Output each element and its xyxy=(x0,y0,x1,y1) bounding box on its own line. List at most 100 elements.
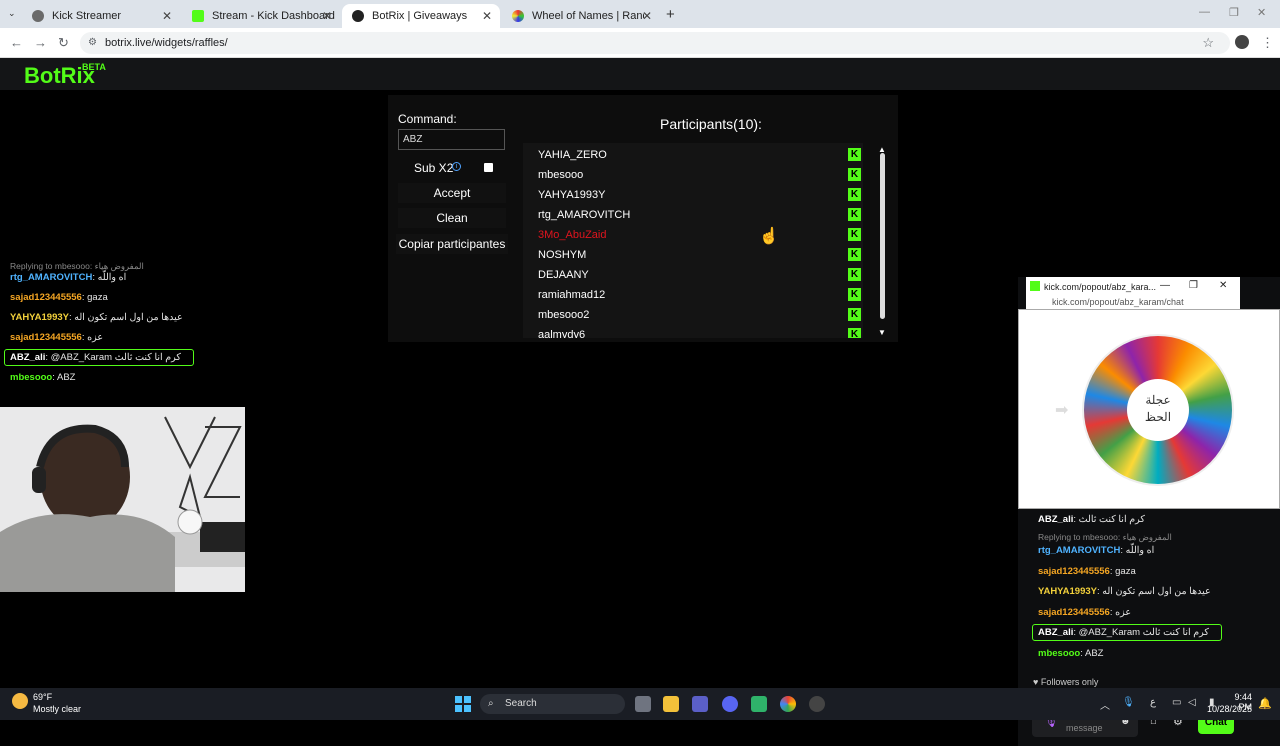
scroll-down-icon[interactable]: ▼ xyxy=(878,328,886,337)
participants-title: Participants(10): xyxy=(660,116,762,132)
close-icon[interactable]: ✕ xyxy=(642,9,652,23)
chat-username[interactable]: sajad123445556 xyxy=(1038,607,1110,618)
chat-username[interactable]: ABZ_ali xyxy=(1038,514,1073,525)
close-icon[interactable]: ✕ xyxy=(482,9,492,23)
minimize-icon[interactable]: — xyxy=(1199,6,1210,18)
brand-header: BotRix BETA xyxy=(0,58,1280,90)
tray-chevron-icon[interactable]: ︿ xyxy=(1100,697,1110,712)
kick-badge-icon: K xyxy=(848,168,861,181)
chat-message[interactable]: ABZ_ali: @ABZ_Karam كرم انا كنت ثالث xyxy=(1032,624,1222,641)
tab-wheel-of-names[interactable]: Wheel of Names | Random nam ✕ xyxy=(502,4,660,28)
chat-username[interactable]: YAHYA1993Y xyxy=(1038,586,1097,597)
chrome-icon[interactable] xyxy=(780,696,796,712)
chat-message[interactable]: ABZ_ali: @ABZ_Karam كرم انا كنت ثالث xyxy=(4,349,194,366)
wheel-center-line2: الحظ xyxy=(1144,410,1172,424)
chat-message[interactable]: mbesooo: ABZ xyxy=(10,372,75,383)
chat-username[interactable]: rtg_AMAROVITCH xyxy=(10,272,92,283)
input-language[interactable]: ع xyxy=(1150,697,1156,708)
participant-row[interactable]: rtg_AMAROVITCH K xyxy=(538,205,861,225)
accept-button[interactable]: Accept xyxy=(398,183,506,203)
participant-name: YAHYA1993Y xyxy=(538,189,606,201)
chat-username[interactable]: rtg_AMAROVITCH xyxy=(1038,545,1120,556)
windows-taskbar: 69°F Mostly clear ⌕ Search ︿ 🎙 ع ▭ ◁ ▮ 9… xyxy=(0,688,1280,720)
chat-username[interactable]: sajad123445556 xyxy=(10,292,82,303)
close-icon[interactable]: ✕ xyxy=(322,9,332,23)
close-window-icon[interactable]: ✕ xyxy=(1257,6,1266,19)
clock-date[interactable]: 10/28/2025 xyxy=(1200,704,1252,714)
notification-bell-icon[interactable]: 🔔 xyxy=(1258,697,1272,710)
copy-participants-button[interactable]: Copiar participantes xyxy=(396,234,508,254)
teams-icon[interactable] xyxy=(692,696,708,712)
search-icon: ⌕ xyxy=(488,698,494,709)
url-field[interactable]: ⚙ botrix.live/widgets/raffles/ ☆ xyxy=(80,32,1230,54)
chat-message[interactable]: sajad123445556: عزه xyxy=(10,332,103,343)
maximize-icon[interactable]: ❐ xyxy=(1189,280,1198,291)
chat-message[interactable]: sajad123445556: عزه xyxy=(1038,607,1131,618)
tab-kick-dashboard[interactable]: Stream - Kick Dashboard ✕ xyxy=(182,4,340,28)
webcam-illustration xyxy=(0,416,245,592)
chat-message[interactable]: ABZ_ali: كرم انا كنت ثالث xyxy=(1038,514,1145,525)
tab-botrix-giveaways[interactable]: BotRix | Giveaways ✕ xyxy=(342,4,500,28)
windows-start-icon[interactable] xyxy=(455,696,471,712)
forward-icon[interactable]: → xyxy=(34,35,47,50)
sub-x2-checkbox[interactable] xyxy=(484,163,493,172)
chat-username[interactable]: YAHYA1993Y xyxy=(10,312,69,323)
minimize-icon[interactable]: — xyxy=(1160,280,1170,291)
info-icon[interactable]: i xyxy=(452,162,461,171)
chat-username[interactable]: ABZ_ali xyxy=(1038,627,1073,638)
participant-row[interactable]: aalmydy6 K xyxy=(538,325,861,338)
discord-icon[interactable] xyxy=(722,696,738,712)
app-icon[interactable] xyxy=(751,696,767,712)
participant-row[interactable]: NOSHYM K xyxy=(538,245,861,265)
site-info-icon[interactable]: ⚙ xyxy=(88,32,97,54)
popout-title: kick.com/popout/abz_kara... xyxy=(1044,282,1157,292)
participant-row[interactable]: DEJAANY K xyxy=(538,265,861,285)
participant-row[interactable]: YAHIA_ZERO K xyxy=(538,145,861,165)
participant-row[interactable]: 3Mo_AbuZaid K xyxy=(538,225,861,245)
participant-row[interactable]: YAHYA1993Y K xyxy=(538,185,861,205)
participant-row[interactable]: mbesooo K xyxy=(538,165,861,185)
task-view-icon[interactable] xyxy=(635,696,651,712)
chat-message[interactable]: sajad123445556: gaza xyxy=(1038,566,1136,577)
taskbar-search[interactable]: ⌕ Search xyxy=(480,694,625,714)
tab-kick-streamer[interactable]: Kick Streamer ✕ xyxy=(22,4,180,28)
clean-button[interactable]: Clean xyxy=(398,208,506,228)
command-input[interactable] xyxy=(398,129,505,150)
chat-text: @ABZ_Karam كرم انا كنت ثالث xyxy=(1078,627,1209,638)
chat-message[interactable]: rtg_AMAROVITCH: اه واللّه xyxy=(1038,545,1154,556)
media-player-icon[interactable] xyxy=(809,696,825,712)
chat-message[interactable]: YAHYA1993Y: عيدها من اول اسم تكون اله xyxy=(10,312,183,323)
chat-text: اه واللّه xyxy=(1125,545,1155,556)
close-icon[interactable]: ✕ xyxy=(1219,280,1227,291)
network-icon[interactable]: ▭ xyxy=(1172,697,1181,708)
bookmark-star-icon[interactable]: ☆ xyxy=(1202,32,1214,54)
chat-username[interactable]: sajad123445556 xyxy=(1038,566,1110,577)
participant-row[interactable]: ramiahmad12 K xyxy=(538,285,861,305)
weather-icon[interactable] xyxy=(12,693,28,709)
chat-message[interactable]: rtg_AMAROVITCH: اه واللّه xyxy=(10,272,126,283)
chat-username[interactable]: sajad123445556 xyxy=(10,332,82,343)
file-explorer-icon[interactable] xyxy=(663,696,679,712)
chat-message[interactable]: sajad123445556: gaza xyxy=(10,292,108,303)
tab-search-icon[interactable]: ⌄ xyxy=(8,8,16,19)
tray-mic-icon[interactable]: 🎙 xyxy=(1122,697,1135,708)
scrollbar-thumb[interactable] xyxy=(880,153,885,319)
new-tab-icon[interactable]: + xyxy=(666,6,675,23)
popout-url: kick.com/popout/abz_karam/chat xyxy=(1026,297,1240,309)
profile-avatar[interactable] xyxy=(1235,35,1249,49)
back-icon[interactable]: ← xyxy=(10,35,23,50)
reload-icon[interactable]: ↻ xyxy=(58,35,69,51)
chat-message[interactable]: YAHYA1993Y: عيدها من اول اسم تكون اله xyxy=(1038,586,1211,597)
kick-badge-icon: K xyxy=(848,288,861,301)
wheel-center[interactable]: عجلة الحظ xyxy=(1127,379,1189,441)
participant-row[interactable]: mbesooo2 K xyxy=(538,305,861,325)
maximize-icon[interactable]: ❐ xyxy=(1229,6,1239,19)
chat-message[interactable]: mbesooo: ABZ xyxy=(1038,648,1103,659)
weather-status: Mostly clear xyxy=(33,704,82,714)
chat-username[interactable]: mbesooo xyxy=(1038,648,1080,659)
menu-icon[interactable]: ⋮ xyxy=(1261,35,1274,51)
chat-username[interactable]: mbesooo xyxy=(10,372,52,383)
chat-username[interactable]: ABZ_ali xyxy=(10,352,45,363)
volume-icon[interactable]: ◁ xyxy=(1188,697,1196,708)
close-icon[interactable]: ✕ xyxy=(162,9,172,23)
